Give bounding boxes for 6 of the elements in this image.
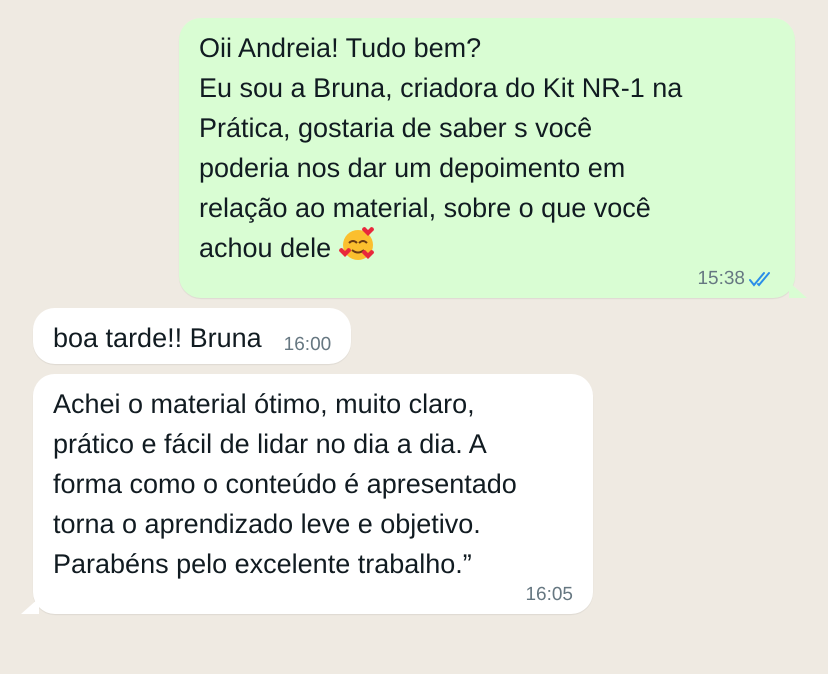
message-time: 15:38 <box>697 268 745 290</box>
message-text: Oii Andreia! Tudo bem? Eu sou a Bruna, criadora do Kit NR-1 na Prática, gostaria de saber s você poderia nos dar um depoimento em relação ao material, sobre o que você achou dele <box>199 32 682 265</box>
message-time: 16:00 <box>284 334 332 356</box>
message-time: 16:05 <box>525 584 573 606</box>
message-text: boa tarde!! Bruna <box>53 322 262 355</box>
message-text: Achei o material ótimo, muito claro, prático e fácil de lidar no dia a dia. A forma como o conteúdo é apresentado torna o aprendizado leve e objetivo. Parabéns pelo excelente trabalho.” <box>53 388 517 581</box>
